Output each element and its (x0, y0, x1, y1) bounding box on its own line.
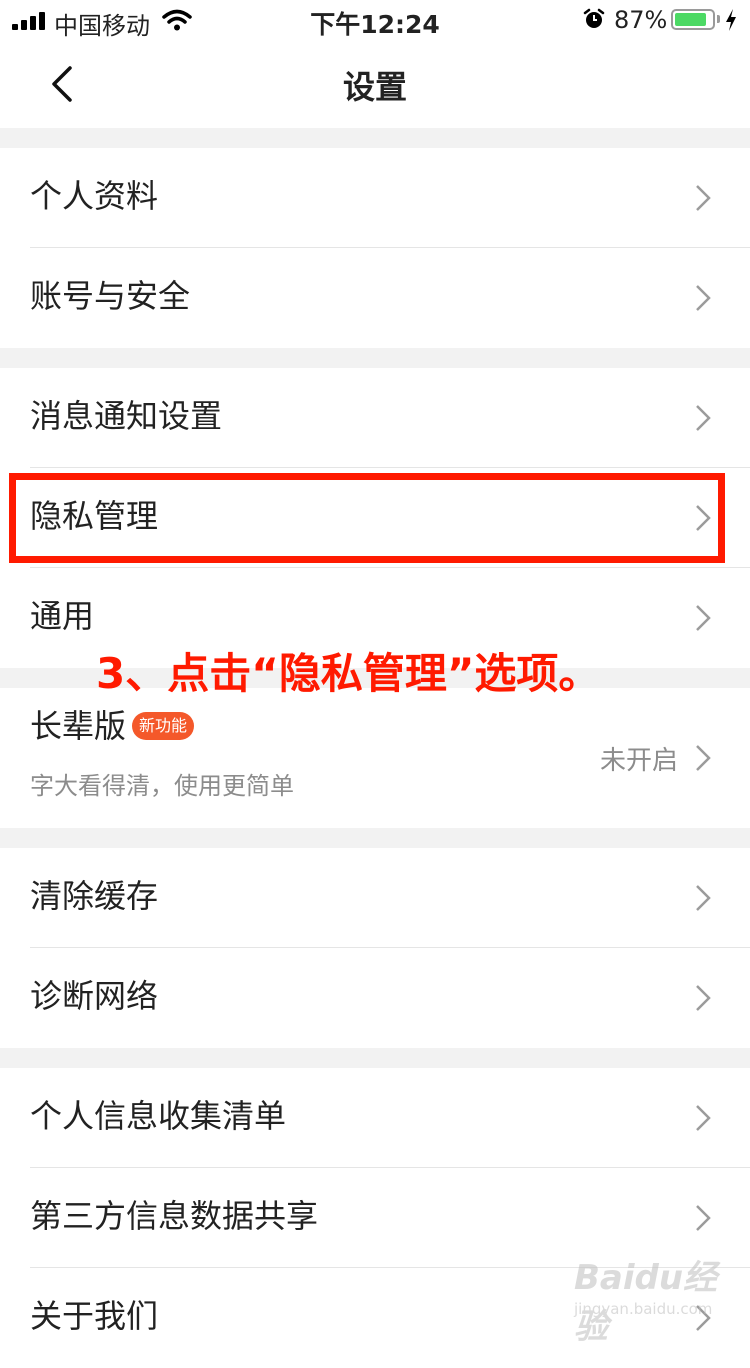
row-label: 通用 (30, 597, 95, 635)
row-label: 诊断网络 (30, 977, 159, 1015)
watermark: Baidu经验 jingyan.baidu.com (574, 1250, 744, 1347)
settings-row-notifications[interactable]: 消息通知设置 (0, 368, 750, 468)
row-label: 关于我们 (30, 1297, 159, 1335)
highlight-box (9, 473, 725, 563)
settings-row-info-collection[interactable]: 个人信息收集清单 (0, 1068, 750, 1168)
battery-fill (675, 13, 707, 26)
alarm-icon (583, 8, 605, 28)
status-bar: 中国移动 下午12:24 87% (0, 0, 750, 42)
row-subtitle: 字大看得清，使用更简单 (30, 772, 294, 800)
row-label: 账号与安全 (30, 277, 191, 315)
battery-percentage: 87% (614, 6, 668, 34)
settings-row-account-security[interactable]: 账号与安全 (0, 248, 750, 348)
row-label: 个人资料 (30, 177, 159, 215)
row-label: 清除缓存 (30, 877, 159, 915)
row-label: 第三方信息数据共享 (30, 1197, 319, 1235)
page-title: 设置 (342, 68, 407, 106)
row-value: 未开启 (599, 746, 678, 776)
settings-group-profile: 个人资料 账号与安全 (0, 148, 750, 348)
chevron-right-icon (696, 1205, 711, 1231)
watermark-logo: Baidu经验 (574, 1258, 718, 1347)
chevron-right-icon (696, 605, 711, 631)
charging-bolt-icon (726, 9, 736, 31)
row-label: 消息通知设置 (30, 397, 223, 435)
new-feature-badge: 新功能 (132, 712, 195, 740)
navigation-bar: 设置 (0, 42, 750, 128)
settings-row-profile[interactable]: 个人资料 (0, 148, 750, 248)
chevron-right-icon (696, 185, 711, 211)
chevron-right-icon (696, 285, 711, 311)
chevron-right-icon (696, 405, 711, 431)
settings-row-network-diagnosis[interactable]: 诊断网络 (0, 948, 750, 1048)
battery-icon (671, 9, 715, 30)
chevron-right-icon (696, 745, 711, 771)
tutorial-annotation: 3、点击“隐私管理”选项。 (96, 649, 601, 698)
settings-group-tools: 清除缓存 诊断网络 (0, 848, 750, 1048)
battery-tip (717, 15, 720, 23)
settings-group-elder-mode: 长辈版 新功能 字大看得清，使用更简单 未开启 (0, 688, 750, 828)
settings-row-elder-mode[interactable]: 长辈版 新功能 字大看得清，使用更简单 未开启 (0, 688, 750, 828)
row-label: 个人信息收集清单 (30, 1097, 287, 1135)
chevron-right-icon (696, 985, 711, 1011)
settings-row-clear-cache[interactable]: 清除缓存 (0, 848, 750, 948)
watermark-url: jingyan.baidu.com (574, 1300, 713, 1318)
row-label: 长辈版 (30, 707, 127, 745)
chevron-right-icon (696, 1105, 711, 1131)
chevron-right-icon (696, 885, 711, 911)
